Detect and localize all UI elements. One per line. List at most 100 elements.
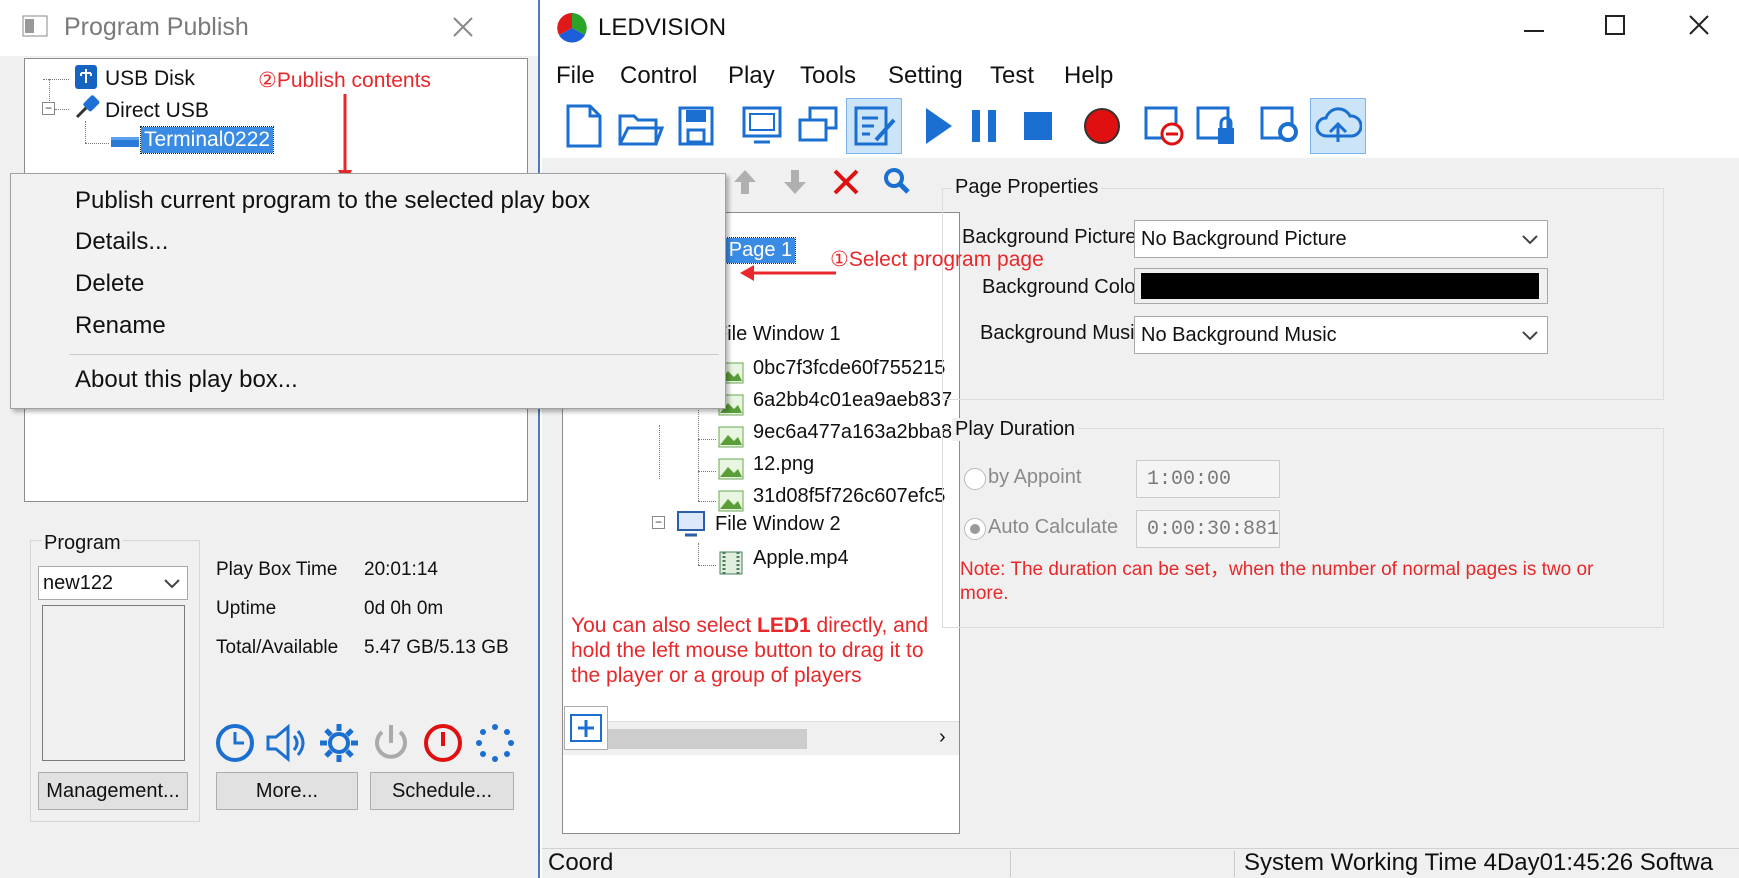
lock-window-icon[interactable] xyxy=(1192,102,1240,150)
screen-icon[interactable] xyxy=(738,102,786,150)
file-item[interactable]: 0bc7f3fcde60f755215 xyxy=(753,357,945,380)
bg-color-swatch xyxy=(1141,273,1539,299)
image-file-icon xyxy=(718,426,744,448)
program-select[interactable]: new122 xyxy=(38,566,188,600)
auto-calculate-input[interactable]: 0:00:30:881 xyxy=(1136,510,1280,548)
chevron-down-icon xyxy=(1522,235,1538,245)
collapse-icon[interactable]: − xyxy=(42,102,55,115)
context-menu: Publish current program to the selected … xyxy=(10,173,726,409)
file-item[interactable]: Apple.mp4 xyxy=(753,547,849,570)
add-program-button[interactable] xyxy=(564,706,608,750)
menu-setting[interactable]: Setting xyxy=(888,62,963,90)
save-icon[interactable] xyxy=(672,102,720,150)
edit-icon[interactable] xyxy=(850,102,898,150)
delete-window-icon[interactable] xyxy=(1140,102,1188,150)
file-item[interactable]: 9ec6a477a163a2bba8 xyxy=(753,421,952,444)
file-item[interactable]: 6a2bb4c01ea9aeb837 xyxy=(753,389,952,412)
annotation-publish: ②Publish contents xyxy=(258,69,431,92)
move-down-icon[interactable] xyxy=(782,166,808,196)
clock-icon[interactable] xyxy=(214,722,256,764)
brightness-icon[interactable] xyxy=(474,722,516,764)
window-icon xyxy=(22,15,48,37)
bg-picture-select[interactable]: No Background Picture xyxy=(1134,220,1548,258)
app-title: LEDVISION xyxy=(598,14,727,41)
play-icon[interactable] xyxy=(914,102,962,150)
auto-calculate-radio[interactable] xyxy=(964,518,986,540)
bg-music-label: Background Music xyxy=(980,322,1145,344)
window-settings-icon[interactable] xyxy=(1256,102,1304,150)
menu-play[interactable]: Play xyxy=(728,62,775,90)
by-appoint-label: by Appoint xyxy=(988,466,1082,488)
volume-icon[interactable] xyxy=(264,722,308,764)
new-file-icon[interactable] xyxy=(560,102,608,150)
video-file-icon xyxy=(719,551,743,575)
monitor-icon xyxy=(677,511,705,537)
terminal-icon xyxy=(111,137,139,147)
more-button[interactable]: More... xyxy=(216,772,358,810)
menu-item-rename[interactable]: Rename xyxy=(75,312,166,340)
menu-item-delete[interactable]: Delete xyxy=(75,270,144,298)
menu-item-details[interactable]: Details... xyxy=(75,228,168,256)
image-file-icon xyxy=(718,458,744,480)
menu-control[interactable]: Control xyxy=(620,62,697,90)
minimize-icon[interactable] xyxy=(1522,18,1548,38)
power-icon[interactable] xyxy=(370,722,412,764)
file-window-2-label[interactable]: File Window 2 xyxy=(715,513,841,536)
play-box-time-label: Play Box Time xyxy=(216,559,338,580)
file-item[interactable]: 12.png xyxy=(753,453,814,476)
panel-title: Program Publish xyxy=(64,13,249,41)
image-file-icon xyxy=(718,490,744,512)
open-folder-icon[interactable] xyxy=(616,102,664,150)
menu-tools[interactable]: Tools xyxy=(800,62,856,90)
by-appoint-radio[interactable] xyxy=(964,468,986,490)
usb-cable-icon xyxy=(75,95,100,119)
menu-item-about[interactable]: About this play box... xyxy=(75,366,298,394)
scroll-right-icon[interactable]: › xyxy=(939,726,946,749)
copy-window-icon[interactable] xyxy=(794,102,842,150)
collapse-file-window-2[interactable]: − xyxy=(652,516,665,529)
menu-help[interactable]: Help xyxy=(1064,62,1113,90)
move-up-icon[interactable] xyxy=(732,166,758,196)
horizontal-scrollbar[interactable]: ‹ › xyxy=(563,721,959,755)
storage-label: Total/Available xyxy=(216,637,339,658)
by-appoint-input[interactable]: 1:00:00 xyxy=(1136,460,1280,498)
play-box-time-value: 20:01:14 xyxy=(364,559,438,580)
uptime-value: 0d 0h 0m xyxy=(364,598,444,619)
bg-color-picker[interactable] xyxy=(1134,268,1548,304)
search-icon[interactable] xyxy=(882,166,912,196)
record-icon[interactable] xyxy=(1078,102,1126,150)
select-page-arrow xyxy=(740,265,836,281)
close-icon[interactable] xyxy=(452,16,474,38)
tree-item-usb-disk[interactable]: USB Disk xyxy=(105,67,195,91)
bg-color-label: Background Color xyxy=(982,276,1143,298)
shutdown-icon[interactable] xyxy=(422,722,464,764)
schedule-button[interactable]: Schedule... xyxy=(370,772,514,810)
window-close-icon[interactable] xyxy=(1688,14,1712,38)
menu-separator xyxy=(69,354,719,355)
stop-icon[interactable] xyxy=(1014,102,1062,150)
drag-hint: You can also select LED1 directly, and h… xyxy=(571,614,929,687)
menu-test[interactable]: Test xyxy=(990,62,1034,90)
bg-music-select[interactable]: No Background Music xyxy=(1134,316,1548,354)
annotation-select-page: ①Select program page xyxy=(830,248,1044,271)
management-button[interactable]: Management... xyxy=(38,772,188,810)
file-window-1-label[interactable]: File Window 1 xyxy=(715,323,841,346)
title-bar: Program Publish xyxy=(0,0,538,56)
file-item[interactable]: 31d08f5f726c607efc5 xyxy=(753,485,945,508)
pause-icon[interactable] xyxy=(960,102,1008,150)
menu-item-publish[interactable]: Publish current program to the selected … xyxy=(75,187,590,215)
add-icon xyxy=(570,714,602,742)
scrollbar-thumb[interactable] xyxy=(597,729,807,749)
menu-file[interactable]: File xyxy=(556,62,595,90)
maximize-icon[interactable] xyxy=(1604,14,1628,38)
program-group-label: Program xyxy=(42,532,123,555)
auto-calculate-label: Auto Calculate xyxy=(988,516,1119,538)
app-logo-icon xyxy=(557,13,587,43)
delete-icon[interactable] xyxy=(832,168,860,196)
tree-item-direct-usb[interactable]: Direct USB xyxy=(105,99,209,123)
cloud-upload-icon[interactable] xyxy=(1314,102,1362,150)
uptime-label: Uptime xyxy=(216,598,277,619)
settings-gear-icon[interactable] xyxy=(318,722,360,764)
tree-item-terminal[interactable]: Terminal0222 xyxy=(139,126,275,154)
page-properties-label: Page Properties xyxy=(952,176,1102,199)
